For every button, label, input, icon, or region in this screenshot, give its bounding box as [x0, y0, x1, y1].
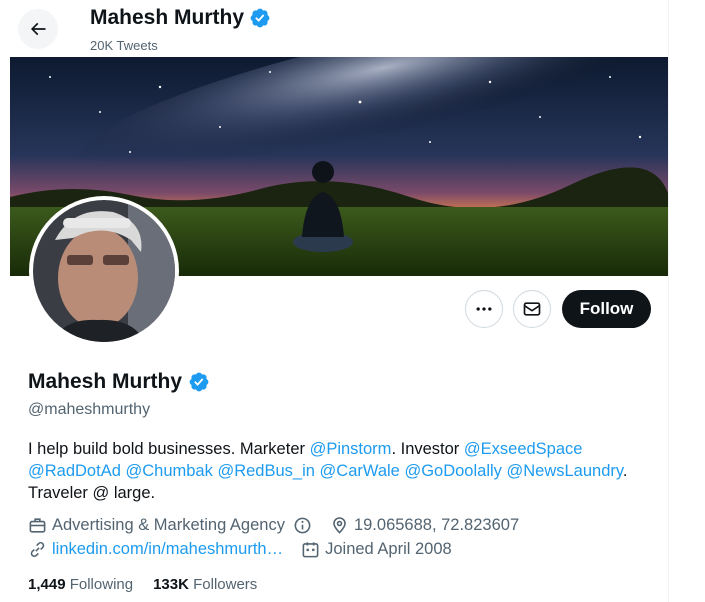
profile-meta-row: linkedin.com/in/maheshmurth… Joined Apri…: [28, 540, 470, 559]
profile-header: Mahesh Murthy 20K Tweets: [10, 0, 668, 57]
website-link[interactable]: linkedin.com/in/maheshmurth…: [52, 540, 283, 559]
location: 19.065688, 72.823607: [330, 516, 519, 535]
profile-avatar[interactable]: [29, 196, 179, 346]
following-label: Following: [69, 576, 134, 593]
bio-text: I help build bold businesses. Marketer: [28, 440, 310, 458]
mention-link[interactable]: @Pinstorm: [310, 440, 392, 458]
followers-label: Followers: [193, 576, 258, 593]
profile-column: Mahesh Murthy 20K Tweets Follow Mahesh M…: [10, 0, 669, 602]
profile-handle: @maheshmurthy: [28, 401, 151, 418]
joined-label: Joined April 2008: [325, 540, 452, 558]
category: Advertising & Marketing Agency: [28, 516, 312, 535]
category-label: Advertising & Marketing Agency: [52, 516, 285, 534]
join-date: Joined April 2008: [301, 540, 452, 559]
more-icon: [476, 307, 492, 311]
header-title: Mahesh Murthy: [90, 6, 271, 30]
envelope-icon: [523, 302, 541, 316]
mention-link[interactable]: @ExseedSpace: [464, 440, 583, 458]
back-button[interactable]: [18, 9, 58, 49]
message-button[interactable]: [513, 290, 551, 328]
link-icon: [30, 541, 45, 558]
more-options-button[interactable]: [465, 290, 503, 328]
mention-link[interactable]: @Chumbak: [125, 462, 212, 480]
following-link[interactable]: 1,449 Following: [28, 576, 133, 593]
calendar-icon: [302, 542, 319, 558]
tweet-count: 20K Tweets: [90, 38, 158, 53]
arrow-left-icon: [30, 22, 46, 36]
briefcase-icon: [29, 518, 46, 533]
mention-link[interactable]: @CarWale: [320, 462, 400, 480]
avatar-image: [33, 200, 175, 342]
profile-bio: I help build bold businesses. Marketer @…: [28, 438, 648, 504]
header-name: Mahesh Murthy: [90, 6, 245, 29]
follow-stats: 1,449 Following 133K Followers: [28, 576, 257, 593]
mention-link[interactable]: @RedBus_in: [217, 462, 314, 480]
mention-link[interactable]: @RadDotAd: [28, 462, 121, 480]
verified-badge-icon: [250, 8, 270, 28]
verified-badge-icon[interactable]: [188, 371, 210, 393]
profile-meta-row: Advertising & Marketing Agency 19.065688…: [28, 516, 537, 535]
bio-text: . Investor: [391, 440, 464, 458]
mention-link[interactable]: @GoDoolally: [404, 462, 501, 480]
followers-count: 133K: [153, 576, 189, 593]
follow-button[interactable]: Follow: [562, 290, 651, 328]
display-name: Mahesh Murthy: [28, 370, 183, 393]
location-label: 19.065688, 72.823607: [353, 516, 520, 534]
info-icon[interactable]: [293, 516, 312, 535]
followers-link[interactable]: 133K Followers: [153, 576, 257, 593]
location-pin-icon: [333, 517, 346, 534]
profile-name: Mahesh Murthy: [28, 370, 210, 394]
mention-link[interactable]: @NewsLaundry: [507, 462, 623, 480]
website: linkedin.com/in/maheshmurth…: [28, 540, 283, 559]
following-count: 1,449: [28, 576, 66, 593]
